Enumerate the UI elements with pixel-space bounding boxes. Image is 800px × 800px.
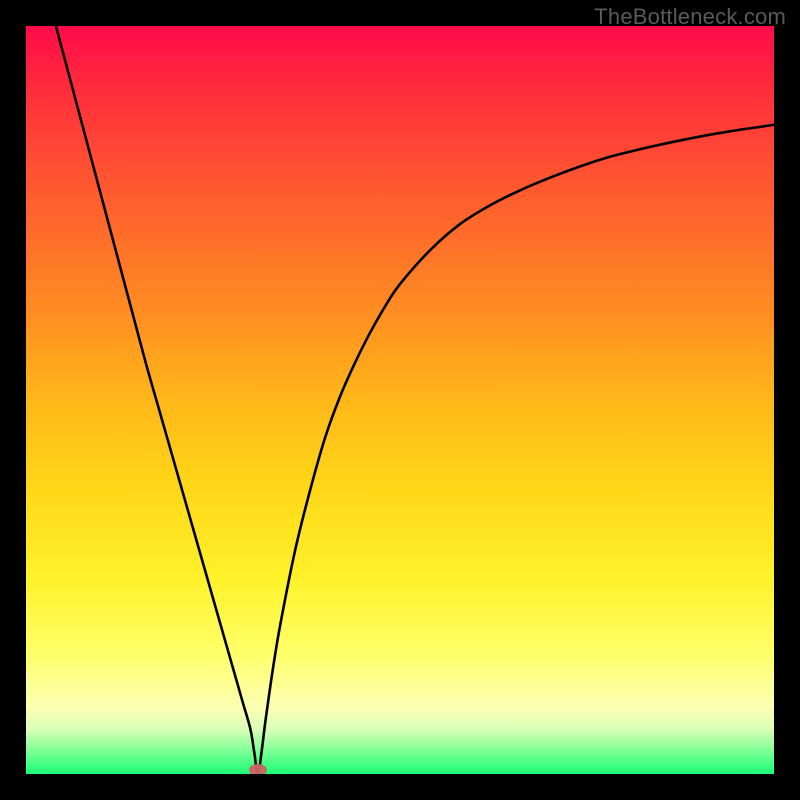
- watermark-text: TheBottleneck.com: [594, 4, 786, 30]
- bottleneck-curve: [56, 26, 774, 774]
- plot-area: [26, 26, 774, 774]
- chart-frame: TheBottleneck.com: [0, 0, 800, 800]
- minimum-marker: [249, 764, 267, 774]
- bottleneck-chart: [26, 26, 774, 774]
